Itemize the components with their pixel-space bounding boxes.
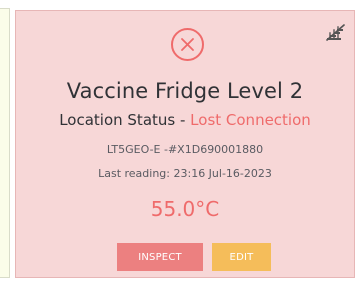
location-status-value: Lost Connection	[190, 111, 311, 129]
device-id: LT5GEO-E -#X1D690001880	[106, 143, 264, 156]
edit-button[interactable]: EDIT	[212, 243, 271, 271]
location-status: Location Status - Lost Connection	[16, 111, 354, 129]
temperature-reading: 55.0°C	[150, 197, 220, 221]
device-title: Vaccine Fridge Level 2	[66, 79, 304, 103]
location-status-label: Location Status -	[59, 111, 191, 129]
no-signal-icon	[326, 24, 345, 41]
previous-card-edge	[0, 8, 10, 278]
close-circle-icon	[171, 28, 204, 61]
dashboard-viewport: Vaccine Fridge Level 2 Location Status -…	[0, 0, 355, 283]
last-reading-timestamp: Last reading: 23:16 Jul-16-2023	[98, 167, 272, 180]
vaccine-fridge-card: Vaccine Fridge Level 2 Location Status -…	[15, 10, 355, 278]
inspect-button[interactable]: INSPECT	[117, 243, 203, 271]
